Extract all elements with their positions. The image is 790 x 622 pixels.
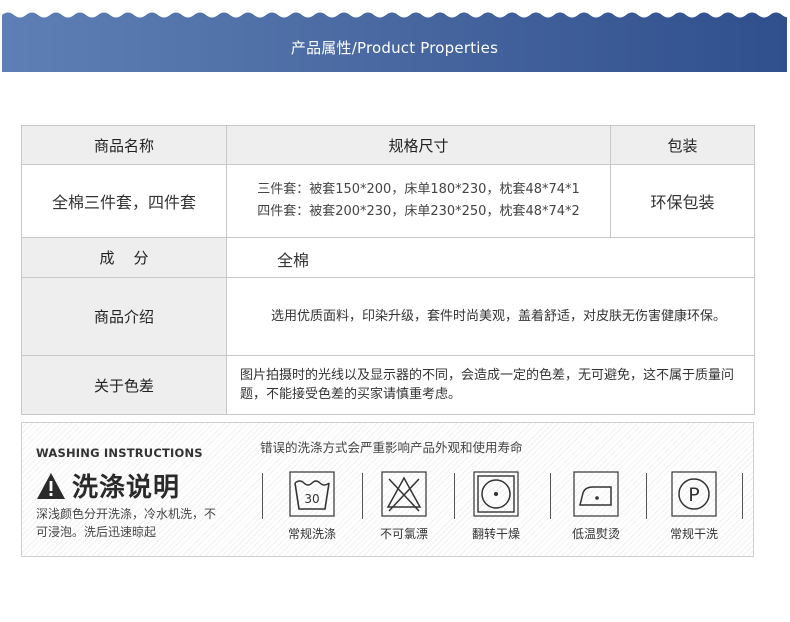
symbol-label: 翻转干燥 [471, 527, 520, 541]
color-label: 关于色差 [21, 355, 227, 415]
symbol-no-bleach: 不可氯漂 [356, 471, 452, 542]
no-bleach-icon [381, 471, 427, 517]
spec-line-1: 三件套：被套150*200，床单180*230，枕套48*74*1 [257, 182, 580, 197]
product-name-cell: 全棉三件套，四件套 [21, 164, 227, 238]
washing-panel: WASHING INSTRUCTIONS 洗涤说明 深浅颜色分开洗涤，冷水机洗，… [21, 422, 754, 557]
washing-title-cn: 洗涤说明 [36, 467, 180, 504]
header-packaging: 包装 [610, 125, 755, 165]
packaging-cell: 环保包装 [610, 164, 755, 238]
wave-border [2, 0, 787, 18]
table-row: 全棉三件套，四件套 三件套：被套150*200，床单180*230，枕套48*7… [21, 164, 755, 238]
color-note: 图片拍摄时的光线以及显示器的不同，会造成一定的色差，无可避免，这不属于质量问题，… [226, 355, 755, 415]
symbol-wash: 30 常规洗涤 [264, 471, 360, 542]
symbol-label: 常规洗涤 [287, 527, 336, 541]
intro-cell: 选用优质面料，印染升级，套件时尚美观，盖着舒适，对皮肤无伤害健康环保。 [226, 277, 755, 356]
table-row: 商品介绍 选用优质面料，印染升级，套件时尚美观，盖着舒适，对皮肤无伤害健康环保。 [21, 277, 755, 356]
properties-table: 商品名称 规格尺寸 包装 全棉三件套，四件套 三件套：被套150*200，床单1… [21, 125, 755, 415]
header-banner: 产品属性/Product Properties [2, 0, 787, 72]
spec-cell: 三件套：被套150*200，床单180*230，枕套48*74*1 四件套：被套… [226, 164, 611, 238]
divider [742, 473, 743, 519]
symbol-dry-clean: P 常规干洗 [646, 471, 742, 542]
header-spec: 规格尺寸 [226, 125, 611, 165]
divider [262, 473, 263, 519]
intro-text: 选用优质面料，印染升级，套件时尚美观，盖着舒适，对皮肤无伤害健康环保。 [271, 309, 727, 324]
table-row: 关于色差 图片拍摄时的光线以及显示器的不同，会造成一定的色差，无可避免，这不属于… [21, 355, 755, 415]
dry-clean-letter: P [688, 484, 699, 506]
header-product-name: 商品名称 [21, 125, 227, 165]
washing-title-en: WASHING INSTRUCTIONS [36, 446, 203, 460]
dry-clean-p-icon: P [671, 471, 717, 517]
wash-30-icon: 30 [289, 471, 335, 517]
table-row: 成 分 全棉 [21, 237, 755, 278]
warning-icon [37, 472, 65, 499]
washing-description: 深浅颜色分开洗涤，冷水机洗，不可浸泡。洗后迅速晾起 [36, 507, 217, 539]
washing-warning: 错误的洗涤方式会严重影响产品外观和使用寿命 [260, 440, 523, 455]
intro-label: 商品介绍 [21, 277, 227, 356]
symbol-tumble-dry: 翻转干燥 [448, 471, 544, 542]
tumble-dry-icon [473, 471, 519, 517]
table-header-row: 商品名称 规格尺寸 包装 [21, 125, 755, 165]
wash-temp: 30 [304, 492, 319, 506]
composition-label-text: 成 分 [99, 249, 149, 267]
washing-title-cn-text: 洗涤说明 [72, 473, 181, 503]
symbol-label: 常规干洗 [669, 527, 718, 541]
low-iron-icon [573, 471, 619, 517]
symbol-low-iron: 低温熨烫 [548, 471, 644, 542]
symbol-label: 不可氯漂 [379, 527, 428, 541]
spec-line-2: 四件套：被套200*230，床单230*250，枕套48*74*2 [257, 204, 580, 219]
composition-value: 全棉 [226, 237, 755, 278]
composition-label: 成 分 [21, 237, 227, 278]
page-title: 产品属性/Product Properties [290, 39, 499, 57]
symbol-label: 低温熨烫 [571, 527, 620, 541]
